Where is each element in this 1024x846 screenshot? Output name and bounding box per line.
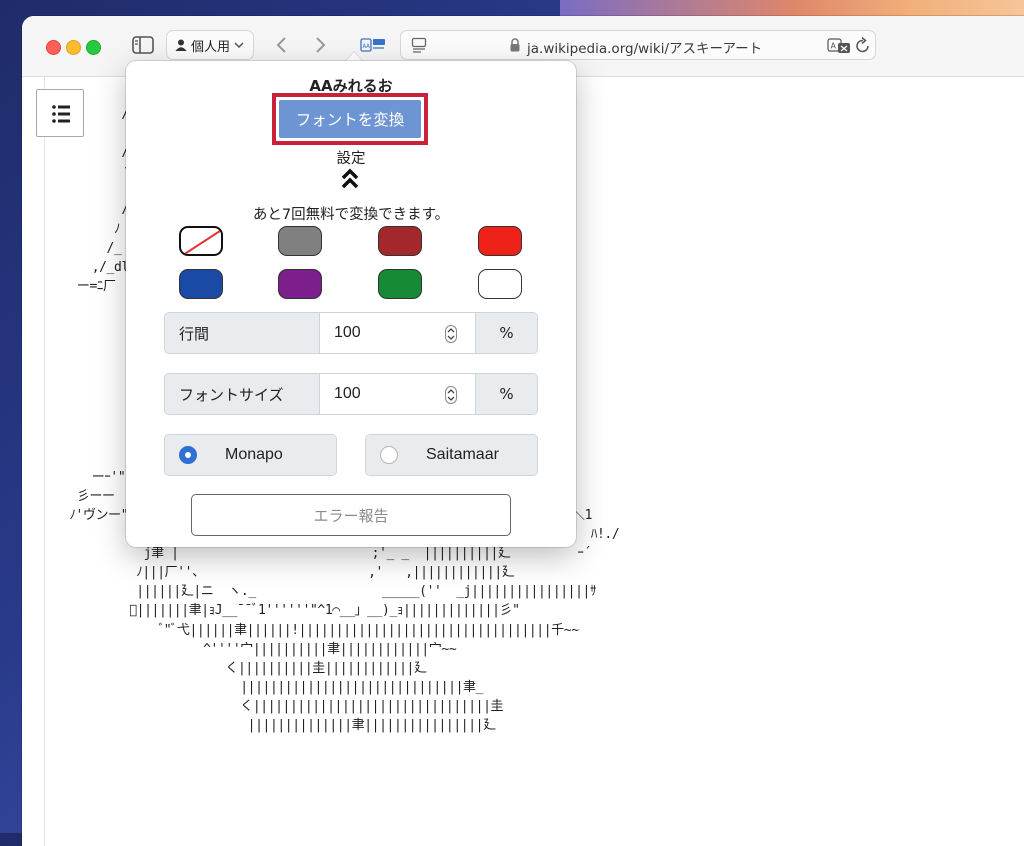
color-swatch-purple[interactable] <box>278 269 322 299</box>
line-spacing-label: 行間 <box>165 313 320 353</box>
close-window-button[interactable] <box>46 40 61 55</box>
stepper-icon[interactable] <box>445 325 457 343</box>
font-size-label: フォントサイズ <box>165 374 320 414</box>
color-swatch-none[interactable] <box>179 226 223 256</box>
zoom-window-button[interactable] <box>86 40 101 55</box>
lock-icon <box>510 38 520 52</box>
svg-text:AA: AA <box>363 43 371 50</box>
double-chevron-up-icon[interactable] <box>340 168 360 190</box>
line-spacing-group: 行間 % <box>164 312 538 354</box>
profile-label: 個人用 <box>191 39 231 55</box>
reload-icon[interactable] <box>855 37 871 54</box>
radio-selected[interactable] <box>179 446 197 464</box>
font-size-unit: % <box>475 374 537 414</box>
color-swatch-blue[interactable] <box>179 269 223 299</box>
svg-text:A: A <box>831 42 837 51</box>
color-swatch-dark-red[interactable] <box>378 226 422 256</box>
stepper-icon[interactable] <box>445 386 457 404</box>
line-spacing-unit: % <box>475 313 537 353</box>
color-swatch-white[interactable] <box>478 269 522 299</box>
radio-unselected[interactable] <box>380 446 398 464</box>
content-divider <box>44 77 45 846</box>
translate-icon[interactable]: A <box>827 38 851 54</box>
minimize-window-button[interactable] <box>66 40 81 55</box>
convert-font-button[interactable]: フォントを変換 <box>279 100 421 138</box>
settings-label: 設定 <box>336 151 366 167</box>
color-swatch-gray[interactable] <box>278 226 322 256</box>
person-icon <box>175 39 187 51</box>
profile-selector[interactable]: 個人用 <box>166 30 254 60</box>
reader-icon[interactable] <box>411 37 427 53</box>
error-report-button[interactable]: エラー報告 <box>191 494 511 536</box>
sidebar-icon[interactable] <box>132 36 154 54</box>
highlight-box: フォントを変換 <box>272 93 428 145</box>
back-icon[interactable] <box>274 36 290 54</box>
font-size-group: フォントサイズ % <box>164 373 538 415</box>
url-text: ja.wikipedia.org/wiki/アスキーアート <box>527 41 763 57</box>
radio-box <box>165 435 212 475</box>
font-option-monapo[interactable]: Monapo <box>164 434 337 476</box>
font-option-label: Saitamaar <box>412 435 537 475</box>
font-option-saitamaar[interactable]: Saitamaar <box>365 434 538 476</box>
color-swatch-green[interactable] <box>378 269 422 299</box>
remaining-conversions-text: あと7回無料で変換できます。 <box>252 207 450 223</box>
extension-popover: AAみれるお フォントを変換 設定 あと7回無料で変換できます。 行間 % フォ… <box>126 61 576 547</box>
color-swatch-red[interactable] <box>478 226 522 256</box>
font-option-label: Monapo <box>211 435 336 475</box>
radio-box <box>366 435 413 475</box>
forward-icon[interactable] <box>312 36 328 54</box>
address-bar[interactable]: ja.wikipedia.org/wiki/アスキーアート A <box>400 30 876 60</box>
chevron-down-icon <box>234 42 244 49</box>
